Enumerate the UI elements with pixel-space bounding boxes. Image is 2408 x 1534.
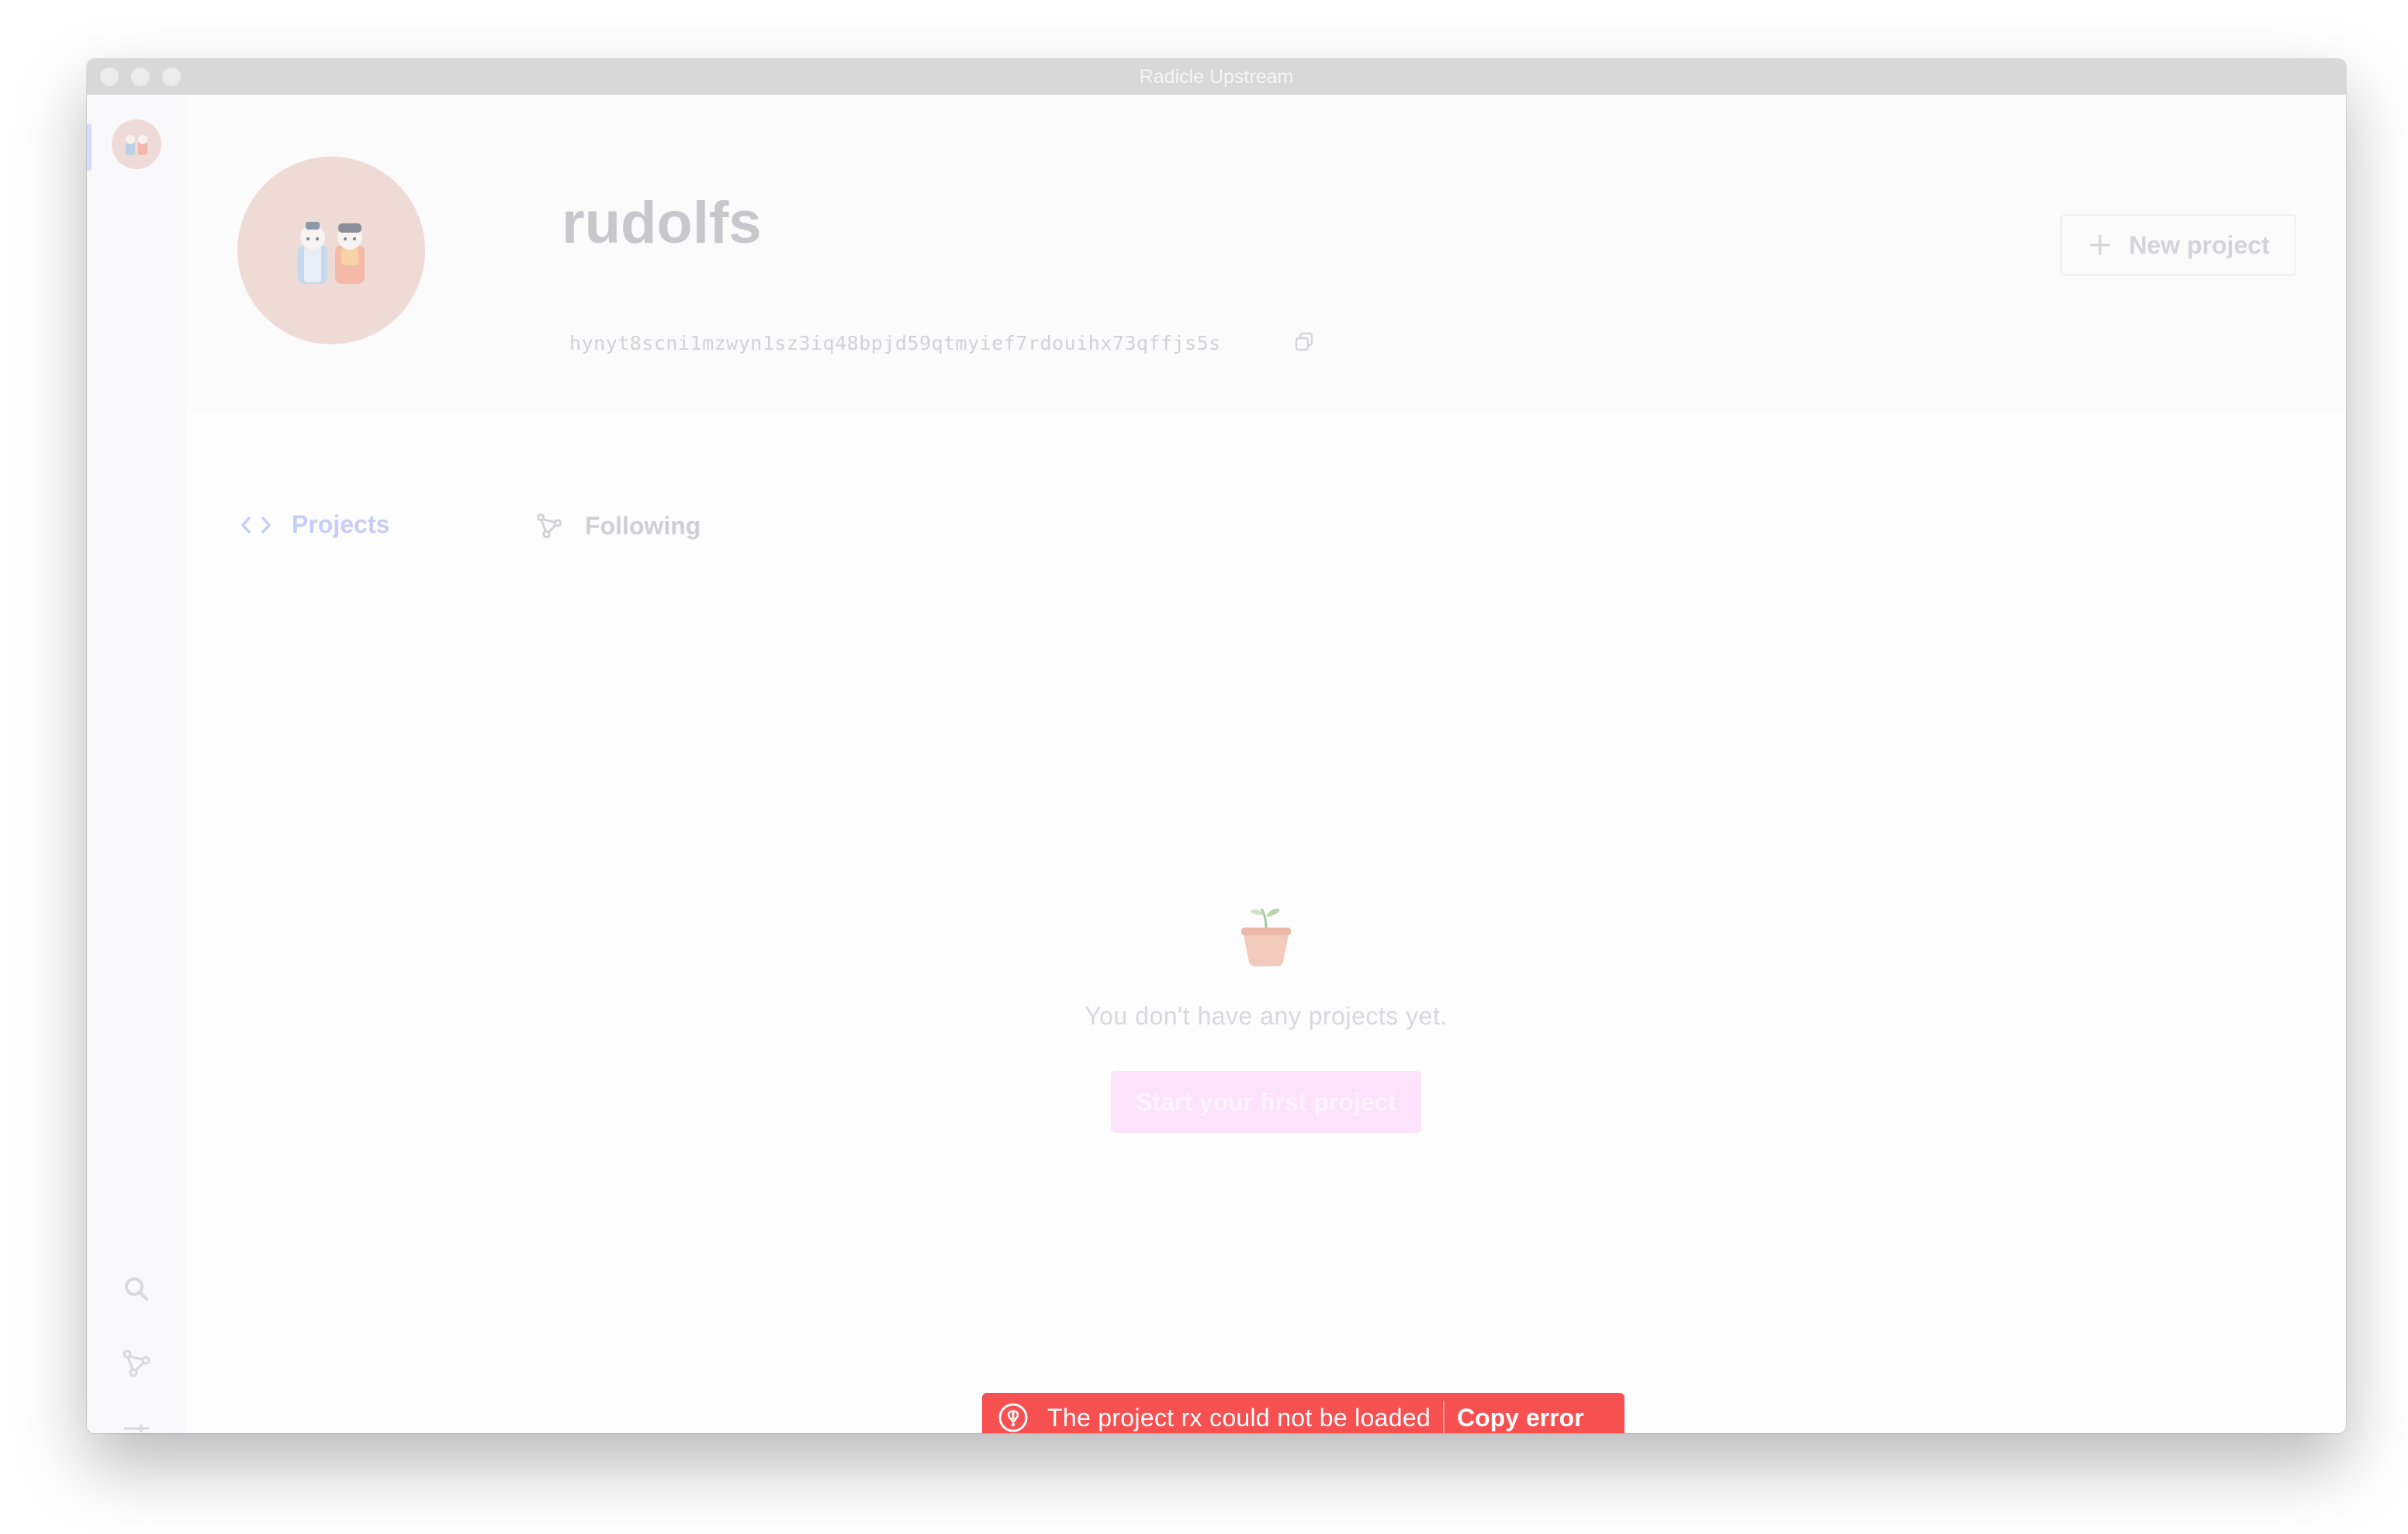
app-window: Radicle Upstream rudolfs hynyt8scni1mzwy…	[87, 59, 2346, 1433]
title-bar[interactable]: Radicle Upstream	[87, 59, 2346, 95]
error-toast-message: The project rx could not be loaded	[1047, 1403, 1431, 1432]
plant-pot-icon	[1241, 908, 1291, 966]
copy-error-button[interactable]: Copy error	[1457, 1404, 1584, 1432]
sidebar-active-indicator	[87, 124, 92, 171]
toast-divider	[1443, 1401, 1445, 1433]
network-icon	[537, 513, 562, 538]
tab-following[interactable]: Following	[534, 510, 701, 541]
network-icon[interactable]	[119, 1346, 154, 1380]
tab-following-label: Following	[585, 511, 701, 540]
profile-name: rudolfs	[562, 190, 762, 256]
error-icon	[998, 1403, 1028, 1432]
avatar-emoji-icon	[126, 135, 147, 155]
settings-sliders-icon[interactable]	[119, 1421, 154, 1433]
window-title: Radicle Upstream	[1139, 66, 1294, 88]
tab-projects[interactable]: Projects	[240, 510, 389, 539]
new-project-label: New project	[2129, 230, 2270, 259]
search-icon[interactable]	[119, 1272, 154, 1306]
tab-projects-label: Projects	[292, 510, 390, 538]
avatar-emoji-icon	[298, 222, 365, 284]
profile-header: rudolfs hynyt8scni1mzwyn1sz3iq48bpjd59qt…	[186, 95, 2346, 409]
empty-state: You don't have any projects yet. Start y…	[186, 898, 2346, 1133]
peer-id: hynyt8scni1mzwyn1sz3iq48bpjd59qtmyief7rd…	[569, 332, 1221, 354]
copy-icon[interactable]	[1292, 330, 1316, 354]
start-first-project-button[interactable]: Start your first project	[1111, 1071, 1421, 1133]
main-content: rudolfs hynyt8scni1mzwyn1sz3iq48bpjd59qt…	[186, 95, 2346, 1433]
sidebar	[87, 95, 186, 1433]
sidebar-profile-avatar[interactable]	[112, 119, 161, 169]
profile-avatar	[237, 157, 425, 344]
new-project-button[interactable]: New project	[2060, 214, 2296, 276]
empty-state-message: You don't have any projects yet.	[1085, 1002, 1448, 1030]
plus-icon	[2090, 235, 2111, 255]
code-brackets-icon	[241, 516, 271, 534]
error-toast: The project rx could not be loaded Copy …	[982, 1393, 1624, 1433]
